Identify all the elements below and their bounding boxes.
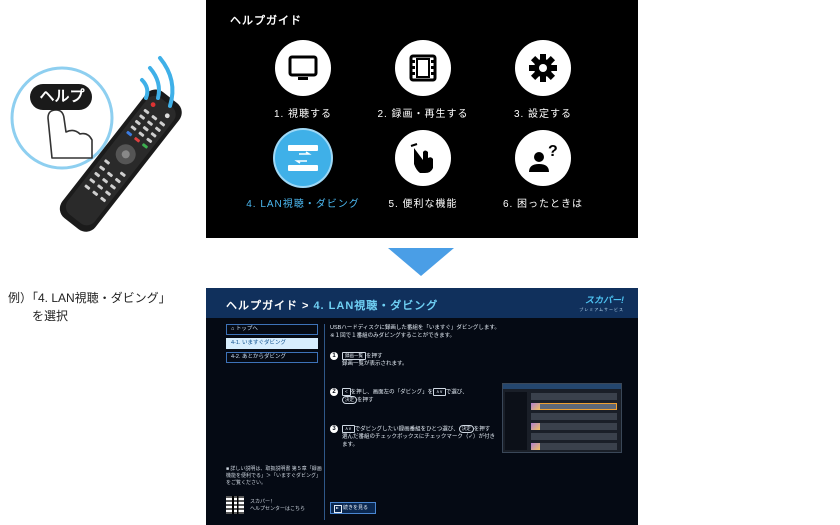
menu-item-label: 4. LAN視聴・ダビング	[246, 199, 360, 210]
qr-line1: スカパー！	[250, 499, 276, 505]
rec-list-key: 録画一覧	[342, 352, 366, 360]
example-caption: 例）「4. LAN視聴・ダビング」 を選択	[8, 289, 171, 325]
menu-item-settings[interactable]: 3. 設定する	[483, 40, 603, 120]
down-arrow-icon	[388, 248, 454, 276]
gear-icon	[529, 54, 557, 82]
menu-item-lan-dubbing[interactable]: 4. LAN視聴・ダビング	[243, 130, 363, 210]
nav-dub-later-button[interactable]: 4-2. あとからダビング	[226, 352, 318, 363]
qr-caption: スカパー！ ヘルプセンターはこちら	[250, 499, 305, 513]
lan-dubbing-detail-screen: ヘルプガイド >4. LAN視聴・ダビング スカパー! プレミアムサービス ⌂ ト…	[206, 288, 638, 525]
breadcrumb-separator: >	[302, 300, 310, 312]
step3-line2: 選んだ番組のチェックボックスにチェックマーク（✓）が付きます。	[342, 434, 495, 449]
step3-text1: でダビングしたい録画番組をひとつ選び、	[354, 426, 459, 433]
nav-label: トップへ	[235, 326, 258, 332]
menu-item-label: 3. 設定する	[513, 109, 573, 120]
enter-key: 決定	[342, 396, 357, 405]
side-nav: ⌂ トップへ 4-1. いますぐダビング 4-2. あとからダビング	[226, 324, 318, 366]
nav-top-button[interactable]: ⌂ トップへ	[226, 324, 318, 335]
menu-item-troubleshooting[interactable]: ? 6. 困ったときは	[483, 130, 603, 210]
hand-pointer-icon	[410, 143, 433, 173]
help-button-badge-label: ヘルプ	[39, 88, 85, 105]
step1-text: を押す	[366, 353, 383, 360]
remote-illustration: ヘルプ	[0, 40, 200, 240]
brand-name: スカパー!	[585, 295, 624, 305]
menu-item-record-play[interactable]: 2. 録画・再生する	[363, 40, 483, 120]
step2-text3: を押す	[357, 397, 374, 404]
step-number-2: 2	[330, 388, 338, 396]
menu-title: ヘルプガイド	[230, 15, 302, 27]
step-3: 3 ∧∨ でダビングしたい録画番組をひとつ選び、 決定 を押す 選んだ番組のチェックボッ…	[330, 425, 498, 449]
detail-title-root: ヘルプガイド	[226, 300, 298, 312]
film-icon	[409, 54, 437, 82]
step3-text2: を押す	[473, 426, 491, 433]
remote-control-icon	[10, 56, 182, 232]
step1-sub: 録画一覧が表示されます。	[342, 361, 408, 368]
step-number-1: 1	[330, 352, 338, 360]
content-divider	[324, 324, 325, 520]
svg-text:?: ?	[548, 143, 558, 160]
breadcrumb-current: 4. LAN視聴・ダビング	[313, 300, 439, 312]
menu-item-label: 6. 困ったときは	[502, 199, 584, 210]
tv-icon	[288, 55, 318, 80]
lan-dubbing-icon	[288, 145, 318, 171]
menu-item-viewing[interactable]: 1. 視聴する	[243, 40, 363, 120]
question-person-icon: ?	[529, 143, 558, 172]
up-down-key: ∧∨	[433, 388, 446, 396]
nav-label: 4-1. いますぐダビング	[231, 340, 287, 346]
nav-dub-now-button[interactable]: 4-1. いますぐダビング	[226, 338, 318, 349]
intro-text: USBハードディスクに録画した番組を「いますぐ」ダビングします。 ※１回で１番組…	[330, 324, 630, 340]
left-key: <	[342, 388, 351, 396]
next-page-button[interactable]: 続きを見る	[330, 502, 376, 514]
menu-item-label: 2. 録画・再生する	[377, 109, 469, 120]
menu-item-label: 1. 視聴する	[273, 109, 333, 120]
menu-item-useful-functions[interactable]: 5. 便利な機能	[363, 130, 483, 210]
intro-line2: ※１回で１番組のみダビングすることができます。	[330, 333, 456, 339]
enter-key: 決定	[458, 425, 474, 433]
step2-text2: で選び、	[445, 389, 468, 396]
step-2: 2 < を押し、画面左の「ダビング」を ∧∨ で選び、 決定 を押す	[330, 388, 498, 405]
help-menu-screen: ヘルプガイド 1. 視聴する 2. 録画・再生する 3. 設定する 4. LAN…	[206, 0, 638, 238]
brand-subtitle: プレミアムサービス	[579, 307, 624, 312]
nav-label: 4-2. あとからダビング	[231, 354, 287, 360]
detail-header: ヘルプガイド >4. LAN視聴・ダビング スカパー! プレミアムサービス	[206, 288, 638, 318]
menu-item-label: 5. 便利な機能	[388, 199, 458, 210]
recording-list-thumbnail	[502, 383, 622, 453]
qr-line2: ヘルプセンターはこちら	[250, 506, 306, 512]
detail-title: ヘルプガイド >4. LAN視聴・ダビング	[226, 297, 438, 313]
step2-text1: を押し、画面左の「ダビング」を	[350, 389, 434, 396]
manual-reference-note: ■ 詳しい説明は、取扱説明書 第５章「録画機能を便利でる」＞「いますぐダビング」…	[226, 466, 322, 486]
next-button-label: 続きを見る	[343, 505, 369, 511]
qr-code-icon	[226, 496, 244, 514]
step-1: 1 録画一覧 を押す 録画一覧が表示されます。	[330, 352, 407, 368]
caption-line1: 例）「4. LAN視聴・ダビング」	[8, 291, 171, 305]
intro-line1: USBハードディスクに録画した番組を「いますぐ」ダビングします。	[330, 325, 500, 331]
up-down-key: ∧∨	[342, 425, 355, 433]
step-number-3: 3	[330, 425, 338, 433]
brand-logo: スカパー! プレミアムサービス	[579, 296, 624, 314]
caption-line2: を選択	[32, 309, 69, 323]
